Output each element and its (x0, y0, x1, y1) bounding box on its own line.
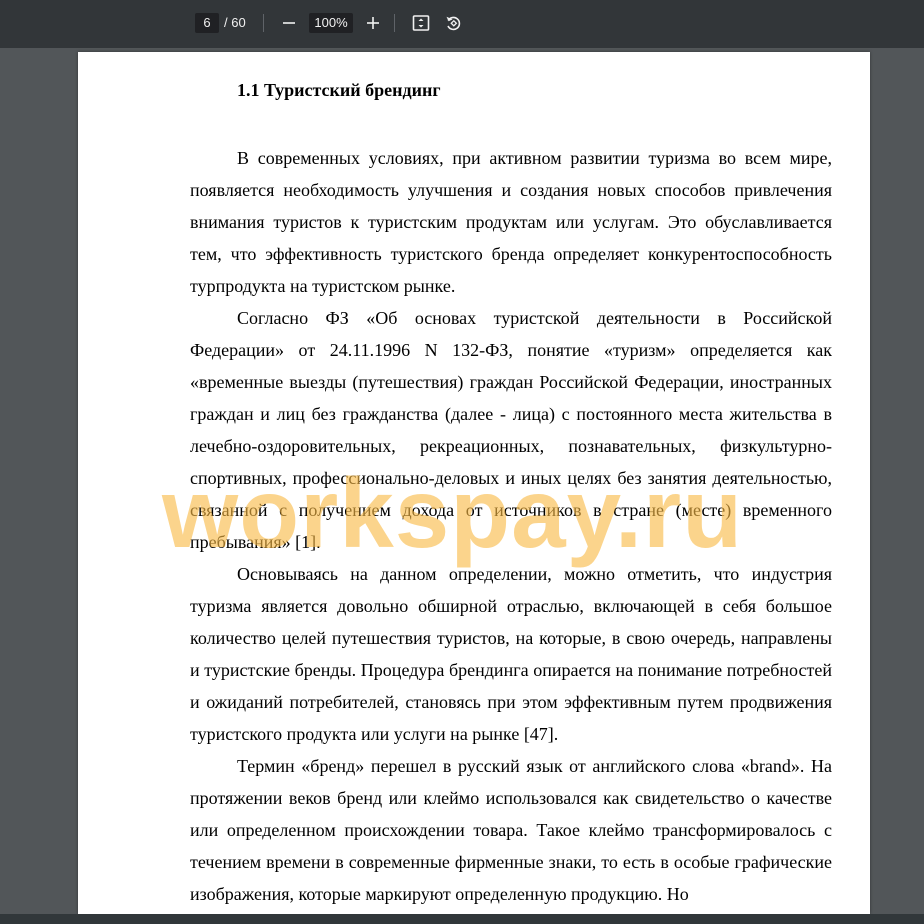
pdf-page: 1.1 Туристский брендинг В современных ус… (78, 52, 870, 914)
paragraph: Основываясь на данном определении, можно… (190, 564, 832, 744)
zoom-out-button[interactable] (276, 10, 302, 36)
pdf-toolbar: / 60 100% (0, 0, 924, 48)
page-separator: / (224, 15, 228, 30)
scroll-area-bottom (0, 914, 924, 924)
paragraph: В современных условиях, при активном раз… (190, 148, 832, 296)
plus-icon (367, 17, 379, 29)
toolbar-divider (394, 14, 395, 32)
page-total: 60 (231, 15, 246, 30)
paragraph: Согласно ФЗ «Об основах туристской деяте… (190, 308, 832, 552)
fit-page-button[interactable] (408, 10, 434, 36)
zoom-in-button[interactable] (360, 10, 386, 36)
fit-page-icon (412, 15, 430, 31)
toolbar-divider (263, 14, 264, 32)
rotate-button[interactable] (440, 10, 466, 36)
minus-icon (283, 22, 295, 24)
section-heading: 1.1 Туристский брендинг (237, 80, 441, 100)
paragraph: Термин «бренд» перешел в русский язык от… (190, 756, 832, 904)
rotate-icon (446, 16, 461, 31)
zoom-level[interactable]: 100% (309, 13, 353, 33)
page-count: / 60 (224, 15, 246, 31)
page-body: В современных условиях, при активном раз… (190, 142, 832, 910)
page-number-input[interactable] (195, 13, 219, 33)
document-viewer[interactable]: 1.1 Туристский брендинг В современных ус… (0, 48, 924, 924)
